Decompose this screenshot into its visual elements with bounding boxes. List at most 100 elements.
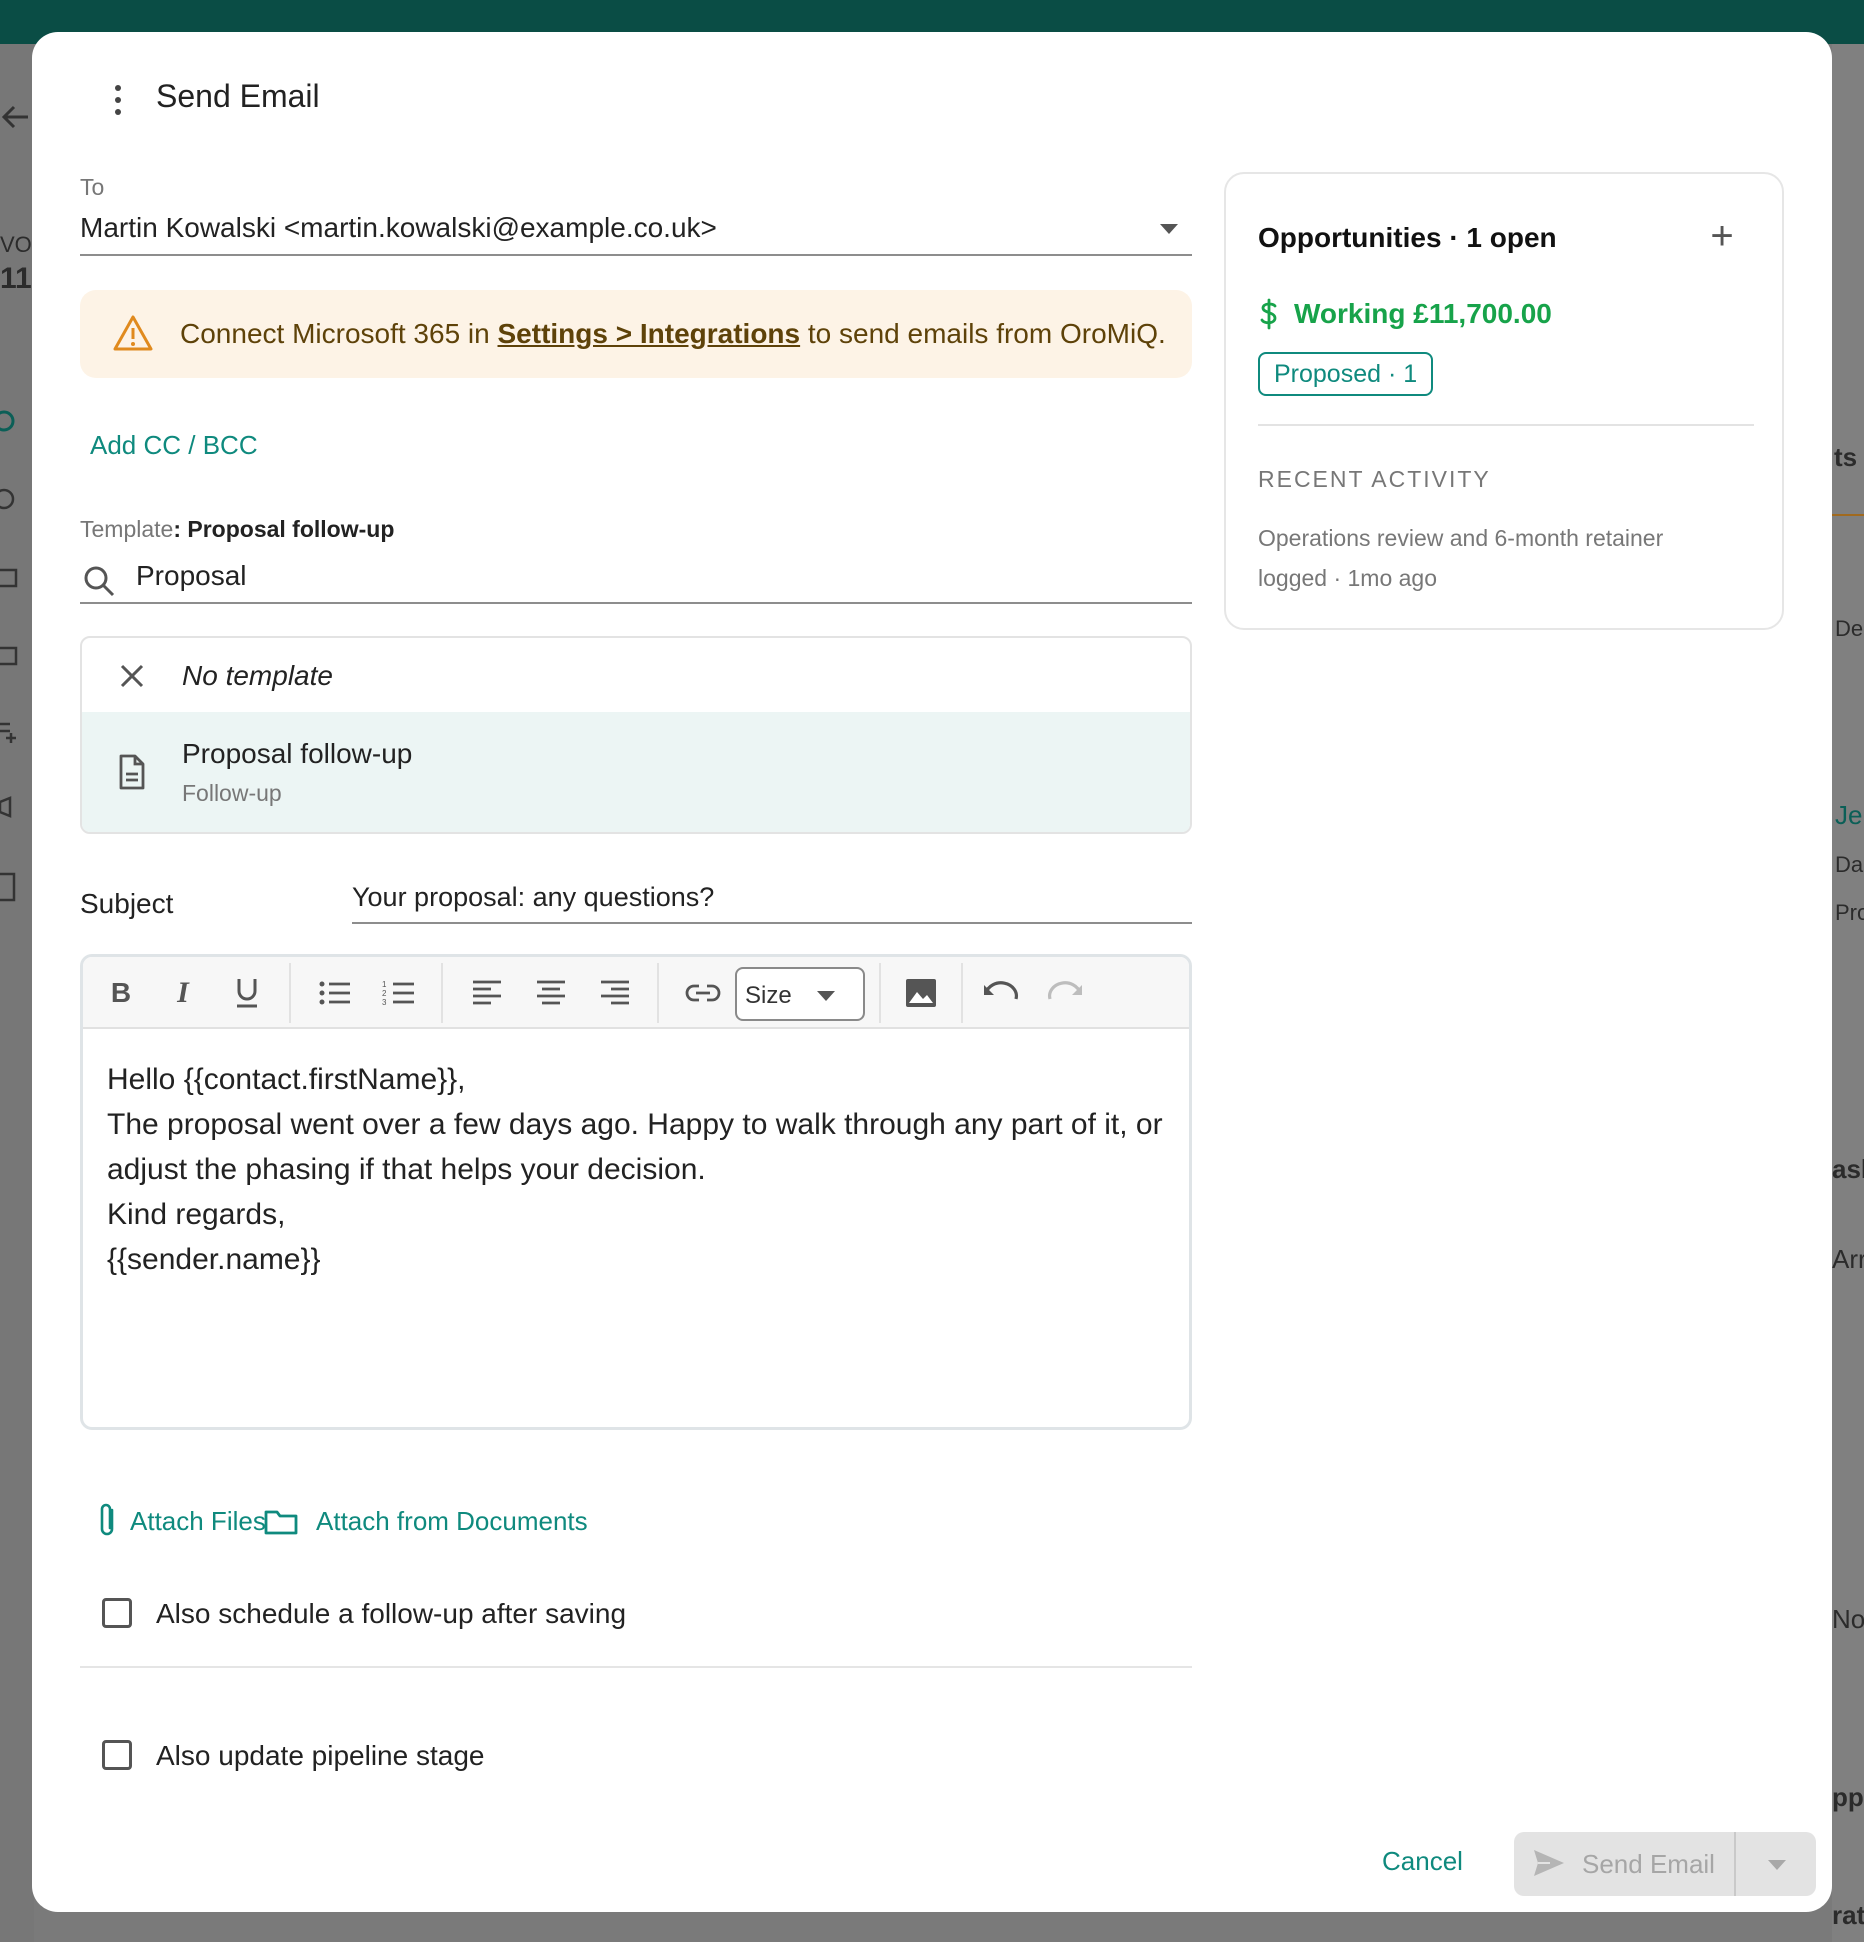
svg-text:1: 1 — [382, 980, 387, 989]
chevron-down-icon — [817, 991, 835, 1001]
editor-toolbar: B I 123 Size — [83, 957, 1189, 1029]
cancel-button[interactable]: Cancel — [1382, 1846, 1463, 1877]
section-divider — [80, 1666, 1192, 1668]
email-body-content[interactable]: Hello {{contact.firstName}}, The proposa… — [107, 1057, 1167, 1282]
toolbar-separator — [441, 963, 443, 1023]
warning-icon — [113, 315, 153, 351]
megaphone-icon — [0, 796, 12, 818]
align-right-icon[interactable] — [595, 973, 635, 1013]
svg-text:3: 3 — [382, 998, 387, 1007]
numbered-list-icon[interactable]: 123 — [379, 973, 419, 1013]
close-icon — [120, 664, 144, 688]
back-arrow-icon — [1, 105, 28, 129]
follow-up-label: Also schedule a follow-up after saving — [156, 1598, 627, 1629]
folder-icon — [0, 568, 18, 588]
bg-right-text: Arr — [1832, 1244, 1864, 1274]
bg-right-text: De — [1835, 616, 1864, 641]
template-search-value: Proposal — [136, 560, 247, 591]
add-cc-bcc-link[interactable]: Add CC / BCC — [90, 430, 258, 461]
split-divider — [1734, 1832, 1736, 1896]
search-icon — [84, 566, 115, 597]
undo-icon[interactable] — [981, 973, 1021, 1013]
link-icon[interactable] — [683, 973, 723, 1013]
opportunities-card: Opportunities · 1 open + Working £11,700… — [1224, 172, 1784, 630]
bg-right-text: Pro — [1835, 900, 1864, 925]
subject-label: Subject — [80, 888, 174, 919]
font-size-label: Size — [745, 982, 792, 1009]
bg-right-text: Da — [1835, 852, 1864, 877]
toolbar-separator — [289, 963, 291, 1023]
warning-suffix: to send emails from OroMiQ. — [800, 318, 1166, 349]
dialog-title: Send Email — [156, 78, 320, 114]
toolbar-separator — [657, 963, 659, 1023]
recent-activity-text: Operations review and 6-month retainer l… — [1258, 525, 1664, 591]
no-template-label: No template — [182, 660, 333, 691]
subject-input[interactable]: Your proposal: any questions? — [352, 872, 1192, 924]
mail-icon — [0, 646, 18, 666]
working-amount: Working £11,700.00 — [1294, 298, 1552, 329]
add-opportunity-icon[interactable]: + — [1702, 216, 1742, 258]
opportunities-title: Opportunities · 1 open — [1258, 222, 1557, 253]
no-template-option[interactable]: No template — [82, 638, 1190, 712]
font-size-select[interactable]: Size — [735, 967, 865, 1021]
toolbar-separator — [879, 963, 881, 1023]
svg-text:2: 2 — [382, 989, 387, 998]
pipeline-checkbox[interactable] — [102, 1740, 132, 1770]
bulleted-list-icon[interactable] — [315, 973, 355, 1013]
warning-prefix: Connect Microsoft 365 in — [180, 318, 498, 349]
chevron-down-icon — [1160, 224, 1178, 234]
send-icon — [1534, 1850, 1564, 1876]
align-left-icon[interactable] — [467, 973, 507, 1013]
integration-warning: Connect Microsoft 365 in Settings > Inte… — [80, 290, 1192, 378]
follow-up-checkbox[interactable] — [102, 1598, 132, 1628]
toolbar-separator — [961, 963, 963, 1023]
bg-right-text: ask — [1832, 1154, 1864, 1184]
send-email-button[interactable]: Send Email — [1514, 1832, 1816, 1896]
bg-right-text: ts — [1834, 442, 1858, 472]
body-line: {{sender.name}} — [107, 1243, 321, 1276]
template-options-list: No template Proposal follow-up Follow-up — [80, 636, 1192, 834]
body-line: Kind regards, — [107, 1198, 286, 1231]
attach-from-documents-link[interactable]: Attach from Documents — [316, 1506, 588, 1537]
image-icon[interactable] — [901, 973, 941, 1013]
bg-right-text: Je — [1835, 800, 1863, 830]
template-search-input[interactable]: Proposal — [80, 556, 1192, 604]
dollar-icon — [1260, 298, 1277, 330]
dialog-header: Send Email — [32, 32, 1832, 162]
bg-right-text: pp — [1832, 1782, 1864, 1812]
redo-icon[interactable] — [1045, 973, 1085, 1013]
template-label: Template: Proposal follow-up — [80, 516, 394, 543]
template-label-text: Template — [80, 516, 174, 542]
warning-text: Connect Microsoft 365 in Settings > Inte… — [180, 318, 1166, 350]
underline-icon[interactable] — [227, 973, 267, 1013]
template-option-category: Follow-up — [182, 780, 282, 806]
more-options-icon[interactable] — [100, 76, 136, 124]
folder-icon — [264, 1510, 298, 1535]
template-option-proposal-follow-up[interactable]: Proposal follow-up Follow-up — [82, 712, 1190, 832]
bg-divider — [1832, 514, 1864, 516]
email-body-editor: B I 123 Size Hello {{contact.firstName}}… — [80, 954, 1192, 1430]
bg-left-number: 11 — [0, 262, 32, 295]
bg-right-text: rati — [1832, 1900, 1864, 1930]
chevron-down-icon[interactable] — [1768, 1860, 1786, 1870]
proposed-stage-badge[interactable]: Proposed · 1 — [1258, 352, 1434, 396]
send-email-dialog: Send Email To Martin Kowalski <martin.ko… — [32, 32, 1832, 1912]
bold-icon[interactable]: B — [101, 973, 141, 1013]
template-selected-name: : Proposal follow-up — [173, 516, 395, 542]
to-label: To — [80, 174, 105, 200]
send-email-label: Send Email — [1582, 1849, 1715, 1879]
to-select[interactable]: Martin Kowalski <martin.kowalski@example… — [80, 212, 1192, 256]
template-option-title: Proposal follow-up — [182, 738, 413, 769]
document-icon — [119, 754, 145, 790]
italic-icon[interactable]: I — [163, 973, 203, 1013]
gear-icon — [0, 410, 15, 432]
app-left-rail: VOR 11 — [0, 44, 48, 1942]
task-icon — [0, 722, 16, 743]
attach-files-link[interactable]: Attach Files — [130, 1506, 266, 1537]
document-list-icon — [0, 872, 16, 902]
settings-integrations-link[interactable]: Settings > Integrations — [498, 318, 801, 349]
bg-right-text: No — [1832, 1604, 1864, 1634]
recent-activity-heading: RECENT ACTIVITY — [1258, 466, 1491, 492]
pipeline-label: Also update pipeline stage — [156, 1740, 485, 1771]
align-center-icon[interactable] — [531, 973, 571, 1013]
